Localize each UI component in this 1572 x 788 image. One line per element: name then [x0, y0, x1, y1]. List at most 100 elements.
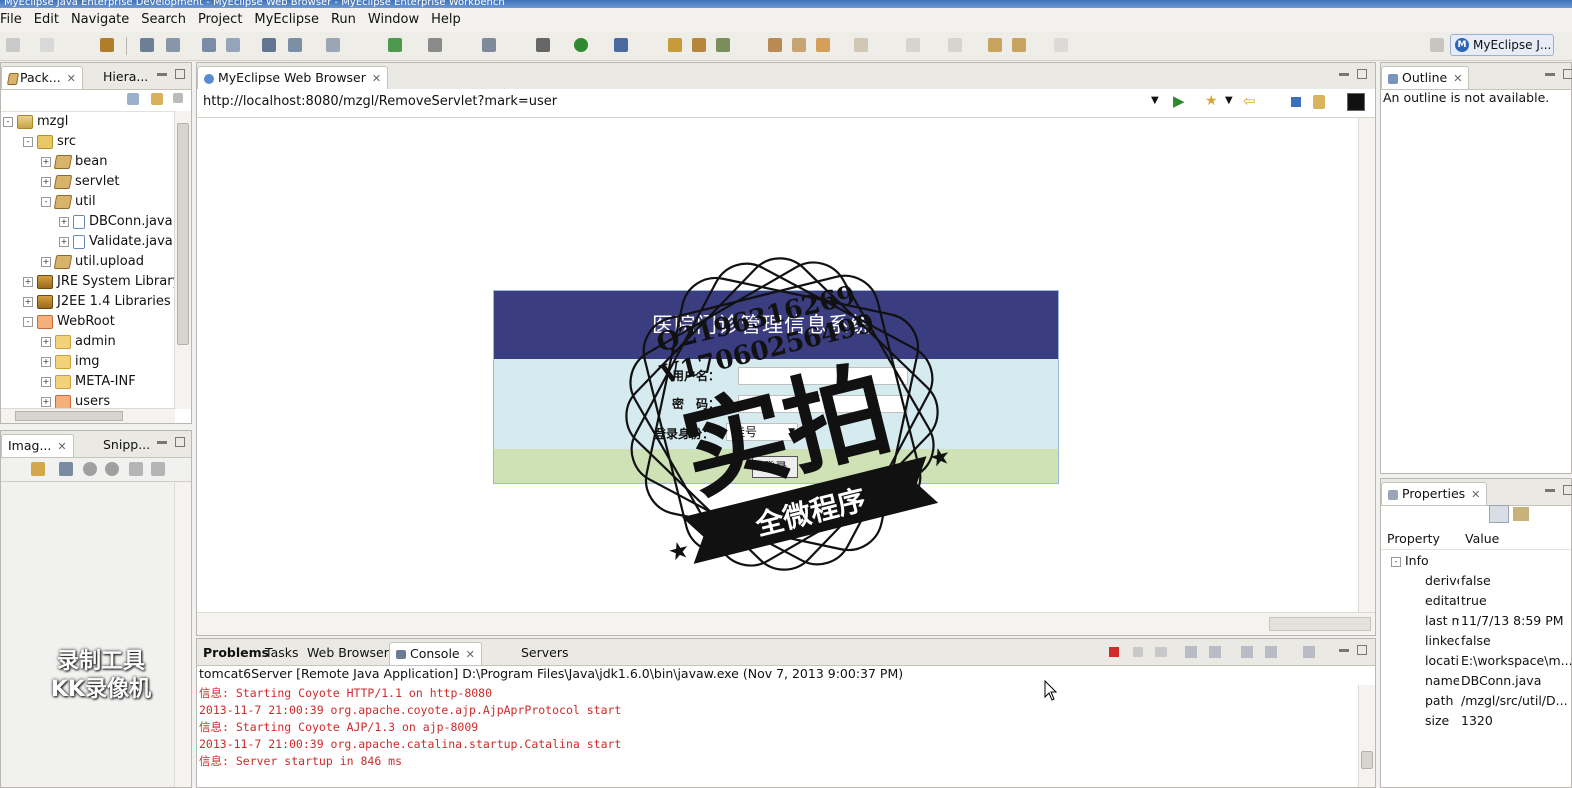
scrollbar-thumb[interactable]	[1361, 751, 1373, 769]
filter-icon[interactable]	[1513, 507, 1529, 521]
terminate-icon[interactable]	[1109, 647, 1119, 657]
expand-icon[interactable]: +	[41, 176, 51, 187]
tree-horizontal-scrollbar[interactable]	[1, 408, 175, 423]
menu-project[interactable]: Project	[192, 9, 248, 31]
value-column-header[interactable]: Value	[1465, 531, 1499, 546]
external-tools-icon[interactable]	[614, 38, 628, 52]
back-icon[interactable]: ⇦	[1243, 92, 1256, 110]
tree-item-servlet[interactable]: + servlet	[41, 172, 120, 192]
tree-item-util[interactable]: - util	[41, 192, 96, 212]
tree-item-mzgl[interactable]: - mzgl	[3, 112, 68, 132]
property-row[interactable]: path/mzgl/src/util/D...	[1381, 691, 1571, 711]
fit-window-icon[interactable]	[151, 462, 165, 476]
navigate-forward-icon[interactable]	[1054, 38, 1068, 52]
menu-edit[interactable]: Edit	[28, 9, 65, 31]
tree-item-j2ee[interactable]: + J2EE 1.4 Libraries	[23, 292, 171, 312]
property-row[interactable]: name DBConn.java	[1381, 671, 1571, 691]
property-row[interactable]: size 1320	[1381, 711, 1571, 731]
console-output[interactable]: 信息: Starting Coyote HTTP/1.1 on http-808…	[197, 685, 1357, 787]
zoom-in-icon[interactable]	[105, 462, 119, 476]
minimize-icon[interactable]	[157, 441, 167, 444]
browser-settings-icon[interactable]	[1347, 93, 1365, 111]
maximize-icon[interactable]	[1563, 69, 1572, 79]
perspective-switcher[interactable]: M MyEclipse J...	[1450, 34, 1554, 56]
url-history-dropdown-icon[interactable]: ▼	[1151, 95, 1159, 106]
deploy-icon[interactable]	[140, 38, 154, 52]
scrollbar-thumb[interactable]	[15, 411, 123, 421]
maximize-icon[interactable]	[175, 437, 185, 447]
stop-icon[interactable]	[1291, 97, 1301, 107]
annotation-icon[interactable]	[792, 38, 806, 52]
expand-icon[interactable]: +	[59, 236, 69, 247]
tab-web-browser-bottom[interactable]: Web Browser	[301, 642, 395, 664]
display-console-icon[interactable]	[1265, 646, 1277, 658]
debug-icon[interactable]	[536, 38, 550, 52]
maximize-icon[interactable]	[1357, 69, 1367, 79]
remove-all-icon[interactable]	[1155, 647, 1167, 657]
globe-icon[interactable]	[326, 38, 340, 52]
expand-icon[interactable]: +	[41, 156, 51, 167]
tree-item-admin[interactable]: + admin	[41, 332, 116, 352]
role-select[interactable]: 挂号 ▼	[726, 423, 798, 441]
close-icon[interactable]: ✕	[1471, 488, 1480, 501]
forward-icon[interactable]	[948, 38, 962, 52]
open-perspective-button-icon[interactable]	[1430, 38, 1444, 52]
menu-run[interactable]: Run	[325, 9, 362, 31]
package-explorer-icon[interactable]	[100, 38, 114, 52]
sync-icon[interactable]	[716, 38, 730, 52]
new-servlet-icon[interactable]	[226, 38, 240, 52]
menu-myeclipse[interactable]: MyEclipse	[248, 9, 325, 31]
console-vertical-scrollbar[interactable]	[1358, 685, 1375, 787]
login-button[interactable]: 登录	[752, 456, 798, 478]
close-icon[interactable]: ✕	[466, 648, 475, 661]
pin-console-icon[interactable]	[1241, 646, 1253, 658]
minimize-icon[interactable]	[1545, 73, 1555, 76]
url-input[interactable]: http://localhost:8080/mzgl/RemoveServlet…	[203, 94, 557, 109]
tree-item-bean[interactable]: + bean	[41, 152, 107, 172]
close-icon[interactable]: ✕	[67, 72, 76, 85]
collapse-all-icon[interactable]	[127, 93, 139, 105]
new-class-icon[interactable]	[262, 38, 276, 52]
new-icon[interactable]	[6, 38, 20, 52]
collapse-icon[interactable]: -	[23, 136, 33, 147]
property-row[interactable]: derivefalse	[1381, 571, 1571, 591]
menu-navigate[interactable]: Navigate	[65, 9, 135, 31]
tree-vertical-scrollbar[interactable]	[174, 111, 191, 409]
tab-hierarchy[interactable]: Hiera...	[97, 66, 154, 88]
expand-icon[interactable]: +	[41, 336, 51, 347]
tab-tasks[interactable]: Tasks	[259, 642, 305, 664]
expand-icon[interactable]: +	[23, 296, 33, 307]
image-viewer-scrollbar[interactable]	[174, 483, 191, 787]
categories-icon[interactable]	[1489, 505, 1509, 523]
property-row[interactable]: last m 11/7/13 8:59 PM	[1381, 611, 1571, 631]
property-column-header[interactable]: Property	[1387, 531, 1440, 546]
tree-item-dbconn[interactable]: + DBConn.java	[59, 212, 173, 232]
scroll-lock-icon[interactable]	[1209, 646, 1221, 658]
task-icon[interactable]	[692, 38, 706, 52]
tree-item-validate[interactable]: + Validate.java	[59, 232, 173, 252]
screenshot-icon[interactable]	[428, 38, 442, 52]
minimize-icon[interactable]	[1339, 73, 1349, 76]
favorites-icon[interactable]: ★	[1205, 93, 1218, 109]
expand-icon[interactable]: +	[41, 356, 51, 367]
tab-package-explorer[interactable]: Pack... ✕	[1, 66, 83, 89]
menu-search[interactable]: Search	[135, 9, 192, 31]
minimize-icon[interactable]	[157, 73, 167, 76]
next-annotation-icon[interactable]	[854, 38, 868, 52]
maximize-icon[interactable]	[1357, 645, 1367, 655]
tab-properties[interactable]: Properties ✕	[1381, 482, 1488, 505]
last-edit-icon[interactable]	[988, 38, 1002, 52]
menu-help[interactable]: Help	[425, 9, 467, 31]
server-icon[interactable]	[166, 38, 180, 52]
fit-image-icon[interactable]	[59, 462, 73, 476]
view-menu-icon[interactable]	[173, 93, 183, 103]
close-icon[interactable]: ✕	[1453, 72, 1462, 85]
go-icon[interactable]: ▶	[1173, 92, 1185, 110]
expand-icon[interactable]: +	[41, 396, 51, 407]
tab-image-viewer[interactable]: Imag... ✕	[1, 434, 74, 457]
browser-vertical-scrollbar[interactable]	[1358, 118, 1375, 613]
refresh-icon[interactable]	[1313, 95, 1325, 109]
open-image-icon[interactable]	[31, 462, 45, 476]
search-icon[interactable]	[668, 38, 682, 52]
property-row[interactable]: linked false	[1381, 631, 1571, 651]
